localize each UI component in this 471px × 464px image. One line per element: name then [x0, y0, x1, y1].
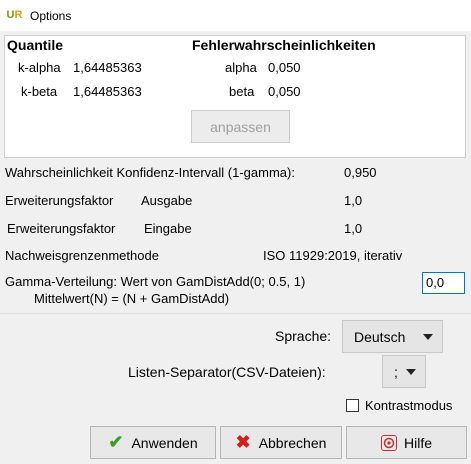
expansion-input-value: 1,0: [344, 221, 363, 236]
alpha-value: 0,050: [268, 60, 301, 75]
gamma-add-input[interactable]: 0,0: [422, 272, 465, 294]
contrast-mode-label: Kontrastmodus: [365, 398, 453, 413]
k-beta-value: 1,64485363: [73, 84, 142, 99]
gamma-description-line1: Gamma-Verteilung: Wert von GamDistAdd(0;…: [5, 274, 306, 289]
detection-limit-value: ISO 11929:2019, iterativ: [263, 248, 403, 263]
help-button[interactable]: Hilfe: [346, 426, 467, 459]
language-label: Sprache:: [275, 328, 332, 344]
beta-label: beta: [229, 84, 255, 99]
beta-value: 0,050: [268, 84, 301, 99]
csv-separator-label: Listen-Separator(CSV-Dateien):: [128, 364, 326, 380]
language-select[interactable]: Deutsch: [342, 320, 443, 353]
help-icon: [380, 434, 397, 451]
k-alpha-label: k-alpha: [18, 60, 61, 75]
window-title: Options: [30, 9, 72, 23]
cancel-button[interactable]: ✖ Abbrechen: [220, 426, 342, 459]
alpha-label: alpha: [225, 60, 257, 75]
chevron-down-icon: [423, 333, 433, 340]
apply-button-label: Anwenden: [131, 434, 198, 451]
adjust-button[interactable]: anpassen: [191, 110, 290, 143]
csv-separator-select[interactable]: ;: [382, 355, 426, 388]
close-icon: ✖: [235, 432, 251, 452]
quantile-heading: Quantile: [7, 37, 64, 53]
section-divider: [0, 313, 471, 314]
chevron-down-icon: [406, 368, 416, 375]
title-bar: UR Options: [0, 0, 471, 31]
expansion-input-sublabel: Eingabe: [144, 221, 192, 236]
gamma-description-line2: Mittelwert(N) = (N + GamDistAdd): [34, 291, 230, 306]
confidence-interval-label: Wahrscheinlichkeit Konfidenz-Intervall (…: [5, 165, 295, 180]
apply-button[interactable]: ✔ Anwenden: [90, 426, 216, 459]
language-selected-value: Deutsch: [354, 328, 406, 345]
confidence-interval-value: 0,950: [344, 165, 377, 180]
help-button-label: Hilfe: [403, 434, 432, 451]
detection-limit-label: Nachweisgrenzenmethode: [5, 248, 159, 263]
checkmark-icon: ✔: [108, 432, 124, 452]
k-beta-label: k-beta: [21, 84, 58, 99]
expansion-output-label: Erweiterungsfaktor: [5, 193, 114, 208]
cancel-button-label: Abbrechen: [258, 434, 327, 451]
app-logo-icon: UR: [6, 9, 23, 21]
csv-separator-selected-value: ;: [394, 363, 398, 380]
contrast-mode-checkbox[interactable]: [346, 399, 359, 412]
expansion-output-sublabel: Ausgabe: [141, 193, 193, 208]
expansion-output-value: 1,0: [344, 193, 363, 208]
error-prob-heading: Fehlerwahrscheinlichkeiten: [192, 37, 376, 53]
k-alpha-value: 1,64485363: [73, 60, 142, 75]
expansion-input-label: Erweiterungsfaktor: [7, 221, 116, 236]
